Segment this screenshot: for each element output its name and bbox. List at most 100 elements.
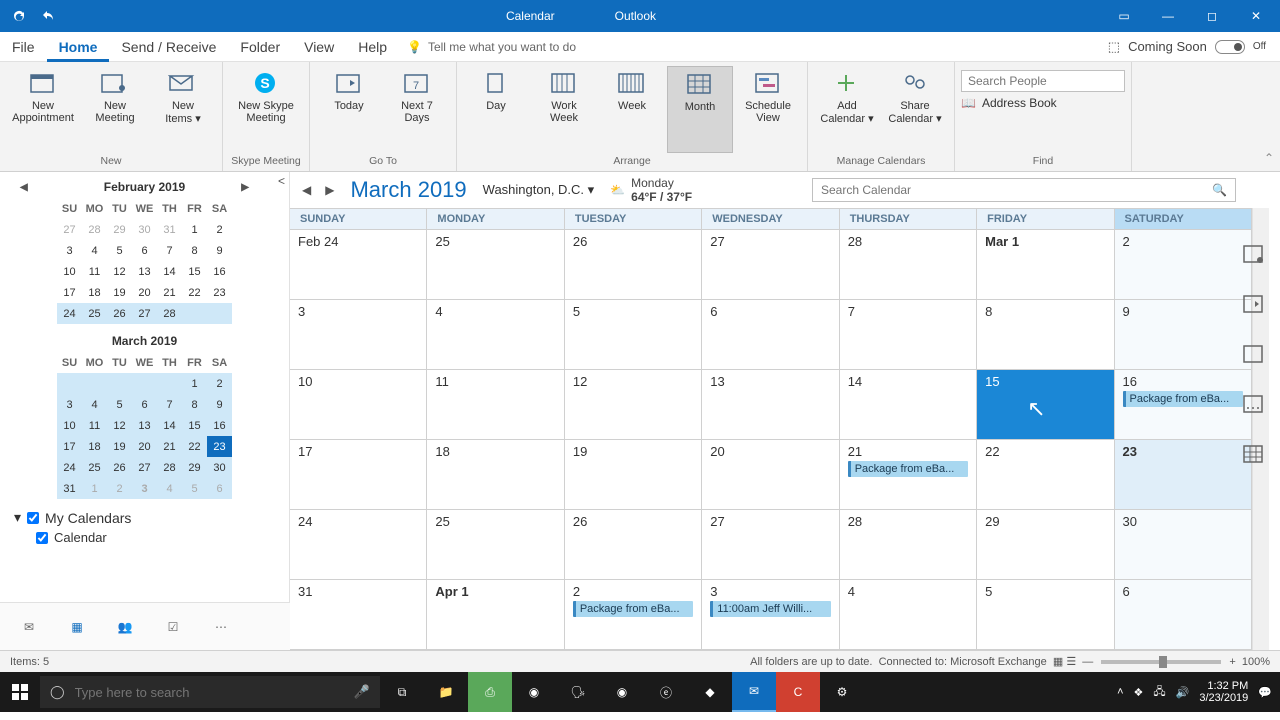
peek-appointments-icon[interactable] [1242, 242, 1266, 266]
mini-day[interactable]: 8 [182, 394, 207, 415]
day-cell[interactable]: 31 [290, 580, 427, 649]
mini-day[interactable]: 19 [107, 282, 132, 303]
address-book-button[interactable]: 📖Address Book [961, 96, 1125, 110]
mini-day[interactable]: 17 [57, 436, 82, 457]
day-cell[interactable]: 11 [427, 370, 564, 439]
collapse-ribbon-icon[interactable]: ⌃ [1264, 151, 1274, 165]
mini-day[interactable]: 20 [132, 282, 157, 303]
mini-day[interactable]: 20 [132, 436, 157, 457]
calendar-grid[interactable]: SUNDAYMONDAYTUESDAYWEDNESDAYTHURSDAYFRID… [290, 208, 1252, 650]
day-cell[interactable]: 4 [427, 300, 564, 369]
day-button[interactable]: Day [463, 66, 529, 153]
mini-day[interactable]: 10 [57, 415, 82, 436]
mini-day[interactable]: 29 [182, 457, 207, 478]
taskbar-search-input[interactable] [75, 685, 344, 700]
view-reading-icon[interactable]: ☰ [1066, 655, 1076, 668]
next-period-icon[interactable]: ▶ [325, 183, 334, 197]
mini-day[interactable]: 15 [182, 261, 207, 282]
tray-chevron-icon[interactable]: ˄ [1117, 686, 1123, 698]
mini-day[interactable]: 26 [107, 303, 132, 324]
day-cell[interactable]: 3 [290, 300, 427, 369]
mini-day[interactable]: 6 [207, 478, 232, 499]
day-cell[interactable]: 10 [290, 370, 427, 439]
maximize-button[interactable]: ◻ [1192, 0, 1232, 32]
mini-day[interactable]: 18 [82, 282, 107, 303]
search-people-input[interactable] [961, 70, 1125, 92]
mini-day[interactable] [182, 303, 207, 324]
notifications-icon[interactable]: 💬 [1258, 686, 1272, 699]
schedule-view-button[interactable]: Schedule View [735, 66, 801, 153]
today-button[interactable]: Today [316, 66, 382, 153]
my-calendars-header[interactable]: ▾My Calendars [14, 509, 275, 526]
day-cell[interactable]: 6 [702, 300, 839, 369]
week-button[interactable]: Week [599, 66, 665, 153]
my-calendars-checkbox[interactable] [27, 512, 39, 524]
mini-day[interactable]: 3 [57, 394, 82, 415]
edge-icon[interactable]: ⓔ [644, 672, 688, 712]
coming-soon-toggle[interactable] [1215, 40, 1245, 54]
tell-me[interactable]: 💡 Tell me what you want to do [407, 40, 576, 54]
share-calendar-button[interactable]: Share Calendar ▾ [882, 66, 948, 153]
day-cell[interactable]: 17 [290, 440, 427, 509]
mini-day[interactable]: 11 [82, 261, 107, 282]
mini-day[interactable]: 25 [82, 457, 107, 478]
mini-day[interactable]: 2 [207, 219, 232, 240]
mini-day[interactable] [132, 373, 157, 394]
day-cell[interactable]: 26 [565, 510, 702, 579]
mini-day[interactable]: 4 [157, 478, 182, 499]
tab-send-receive[interactable]: Send / Receive [109, 32, 228, 62]
mini-day[interactable]: 11 [82, 415, 107, 436]
mini-day[interactable]: 27 [57, 219, 82, 240]
tray-time[interactable]: 1:32 PM [1199, 680, 1248, 692]
mini-day[interactable]: 25 [82, 303, 107, 324]
calendar-event[interactable]: Package from eBa... [848, 461, 968, 477]
mini-day[interactable]: 24 [57, 303, 82, 324]
peek-day-icon[interactable] [1242, 342, 1266, 366]
day-cell[interactable]: Mar 1 [977, 230, 1114, 299]
settings-icon[interactable]: ⚙ [820, 672, 864, 712]
peek-month-icon[interactable] [1242, 442, 1266, 466]
day-cell[interactable]: 19 [565, 440, 702, 509]
view-normal-icon[interactable]: ▦ [1053, 655, 1063, 668]
mini-day[interactable]: 9 [207, 240, 232, 261]
mini-day[interactable] [107, 373, 132, 394]
calendar-item[interactable]: Calendar [14, 526, 275, 545]
day-cell[interactable]: 4 [840, 580, 977, 649]
day-cell[interactable]: 2Package from eBa... [565, 580, 702, 649]
mini-day[interactable]: 4 [82, 240, 107, 261]
day-cell[interactable]: 8 [977, 300, 1114, 369]
mini-day[interactable]: 16 [207, 261, 232, 282]
day-cell[interactable]: 13 [702, 370, 839, 439]
day-cell[interactable]: 27 [702, 230, 839, 299]
mini-day[interactable]: 4 [82, 394, 107, 415]
day-cell[interactable]: 20 [702, 440, 839, 509]
mini-day[interactable] [82, 373, 107, 394]
day-cell[interactable]: 14 [840, 370, 977, 439]
prev-period-icon[interactable]: ◀ [302, 183, 311, 197]
tab-view[interactable]: View [292, 32, 346, 62]
day-cell[interactable]: 29 [977, 510, 1114, 579]
collapse-panel-icon[interactable]: < [278, 174, 285, 188]
mini-day[interactable]: 3 [57, 240, 82, 261]
weather-location[interactable]: Washington, D.C. ▾ [483, 182, 595, 198]
mini-day[interactable]: 13 [132, 261, 157, 282]
prev-month-icon[interactable]: ◀ [20, 182, 28, 193]
mini-day[interactable]: 1 [182, 373, 207, 394]
tab-file[interactable]: File [0, 32, 47, 62]
calendar-event[interactable]: Package from eBa... [1123, 391, 1243, 407]
day-cell[interactable]: 6 [1115, 580, 1252, 649]
next-month-icon[interactable]: ▶ [241, 182, 249, 193]
mini-calendar-february[interactable]: ◀February 2019▶ SUMOTUWETHFRSA2728293031… [14, 178, 275, 326]
mini-day[interactable]: 29 [107, 219, 132, 240]
peek-week-icon[interactable] [1242, 392, 1266, 416]
work-week-button[interactable]: Work Week [531, 66, 597, 153]
mini-day[interactable]: 12 [107, 261, 132, 282]
mini-day[interactable]: 7 [157, 394, 182, 415]
tab-help[interactable]: Help [346, 32, 399, 62]
mini-day[interactable]: 7 [157, 240, 182, 261]
day-cell[interactable]: 25 [427, 510, 564, 579]
mini-day[interactable]: 24 [57, 457, 82, 478]
mini-day[interactable]: 21 [157, 282, 182, 303]
weather[interactable]: ⛅ Monday64°F / 37°F [610, 176, 692, 204]
tray-volume-icon[interactable]: 🔊 [1176, 686, 1190, 699]
